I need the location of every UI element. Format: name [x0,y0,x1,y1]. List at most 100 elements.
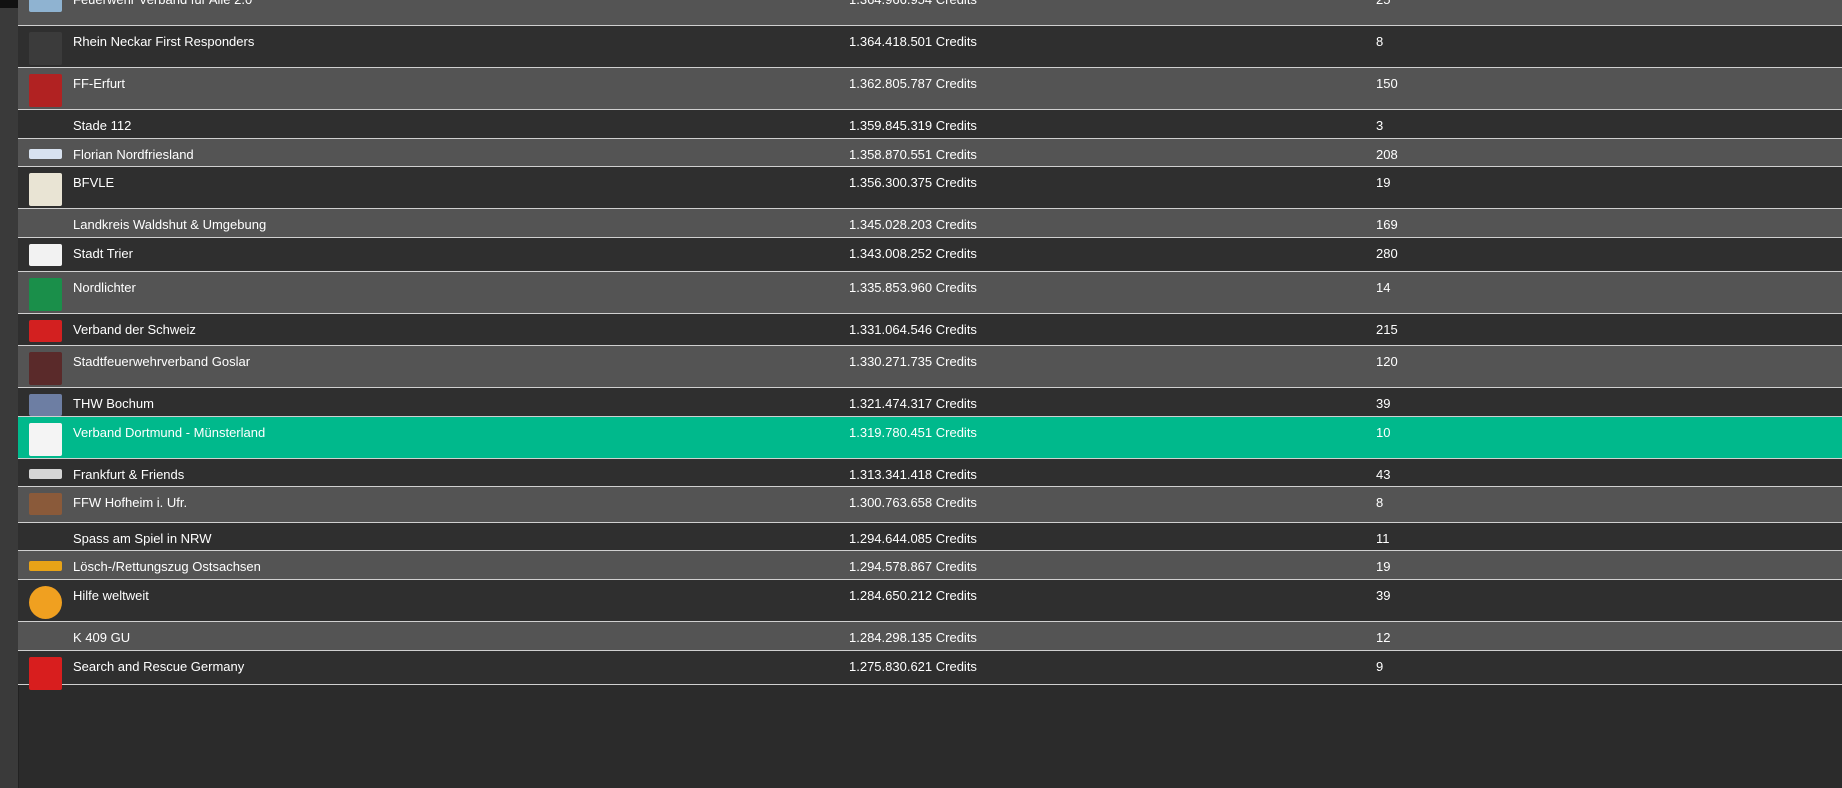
alliance-name[interactable]: Verband Dortmund - Münsterland [73,417,849,440]
table-row[interactable]: Rhein Neckar First Responders 1.364.418.5… [18,26,1842,68]
alliance-name[interactable]: Frankfurt & Friends [73,459,849,482]
logo-cell [18,314,73,342]
alliance-name[interactable]: Florian Nordfriesland [73,139,849,162]
alliance-name[interactable]: Search and Rescue Germany [73,651,849,674]
alliance-name[interactable]: Stadtfeuerwehrverband Goslar [73,346,849,369]
alliance-members: 39 [1376,396,1391,411]
table-row[interactable]: THW Bochum 1.321.474.317 Credits 39 [18,388,1842,417]
table-row[interactable]: FF-Erfurt 1.362.805.787 Credits 150 [18,68,1842,110]
alliance-credits: 1.300.763.658 Credits [849,495,977,510]
alliance-credits: 1.331.064.546 Credits [849,322,977,337]
table-row[interactable]: Spass am Spiel in NRW 1.294.644.085 Credi… [18,523,1842,551]
logo-cell [18,167,73,206]
table-row[interactable]: Landkreis Waldshut & Umgebung 1.345.028.2… [18,209,1842,238]
table-row[interactable]: FFW Hofheim i. Ufr. 1.300.763.658 Credits… [18,487,1842,523]
alliance-name[interactable]: BFVLE [73,167,849,190]
table-row[interactable]: Stadt Trier 1.343.008.252 Credits 280 [18,238,1842,272]
alliance-members: 150 [1376,76,1398,91]
table-row[interactable]: K 409 GU 1.284.298.135 Credits 12 [18,622,1842,651]
alliance-name[interactable]: Hilfe weltweit [73,580,849,603]
alliance-name[interactable]: Landkreis Waldshut & Umgebung [73,209,849,232]
alliance-members: 280 [1376,246,1398,261]
alliance-members: 39 [1376,588,1391,603]
eagle-emblem-logo-icon [29,586,62,619]
table-row[interactable]: Hilfe weltweit 1.284.650.212 Credits 39 [18,580,1842,622]
alliance-credits: 1.358.870.551 Credits [849,147,977,162]
alliance-credits: 1.321.474.317 Credits [849,396,977,411]
alliance-credits: 1.284.650.212 Credits [849,588,977,603]
alliance-credits: 1.335.853.960 Credits [849,280,977,295]
alliance-ranking-view: Feuerwehr Verband für Alle 2.01.364.966.… [0,0,1842,788]
alliance-members: 11 [1376,531,1390,546]
alliance-credits: 1.364.418.501 Credits [849,34,977,49]
alliance-name[interactable]: Verband der Schweiz [73,314,849,337]
alliance-members: 169 [1376,217,1398,232]
logo-cell [18,417,73,456]
alliance-credits: 1.359.845.319 Credits [849,118,977,133]
alliance-members: 43 [1376,467,1391,482]
alliance-credits: 1.362.805.787 Credits [849,76,977,91]
table-row[interactable]: Lösch-/Rettungszug Ostsachsen 1.294.578.8… [18,551,1842,580]
alliance-name[interactable]: K 409 GU [73,622,849,645]
alliance-ranking-table: Feuerwehr Verband für Alle 2.01.364.966.… [18,0,1842,690]
logo-cell [18,238,73,266]
logo-cell [18,346,73,385]
alliance-members: 25 [1376,0,1842,7]
alliance-members: 10 [1376,425,1391,440]
alliance-name[interactable]: FF-Erfurt [73,68,849,91]
table-row[interactable]: Stade 112 1.359.845.319 Credits 3 [18,110,1842,139]
banner-logo-icon [29,149,62,159]
alliance-name[interactable]: FFW Hofheim i. Ufr. [73,487,849,510]
logo-cell [18,139,73,159]
logo-cell [18,209,73,215]
goslar-logo-icon [29,352,62,385]
alliance-members: 8 [1376,34,1384,49]
alliance-name[interactable]: Nordlichter [73,272,849,295]
flame-strip-logo-icon [29,561,62,571]
city-logo-icon [29,244,62,266]
logo-cell [18,110,73,116]
alliance-name[interactable]: THW Bochum [73,388,849,411]
table-row[interactable]: Verband Dortmund - Münsterland 1.319.780.… [18,417,1842,459]
alliance-credits: 1.345.028.203 Credits [849,217,977,232]
table-row[interactable]: BFVLE 1.356.300.375 Credits 19 [18,167,1842,209]
left-gutter [0,8,19,788]
logo-cell [18,272,73,311]
alliance-members: 19 [1376,559,1391,574]
alliance-credits: 1.284.298.135 Credits [849,630,977,645]
vehicle-photo-logo-icon [29,493,62,515]
alliance-members: 8 [1376,495,1384,510]
table-row[interactable]: Frankfurt & Friends 1.313.341.418 Credits… [18,459,1842,487]
alliance-members: 12 [1376,630,1391,645]
alliance-credits: 1.364.966.954 Credits [849,0,1376,7]
table-row[interactable]: Nordlichter 1.335.853.960 Credits 14 [18,272,1842,314]
alliance-members: 3 [1376,118,1384,133]
table-row[interactable]: Search and Rescue Germany 1.275.830.621 C… [18,651,1842,690]
logo-cell [18,68,73,107]
logo-cell [18,459,73,479]
alliance-credits: 1.319.780.451 Credits [849,425,977,440]
alliance-credits: 1.343.008.252 Credits [849,246,977,261]
map-logo-icon [29,0,62,12]
table-row[interactable]: Feuerwehr Verband für Alle 2.01.364.966.… [18,0,1842,26]
stripes-logo-icon [29,657,62,690]
alliance-name[interactable]: Rhein Neckar First Responders [73,26,849,49]
alliance-name[interactable]: Stade 112 [73,110,849,133]
alliance-name[interactable]: Lösch-/Rettungszug Ostsachsen [73,551,849,574]
logo-cell [18,0,73,12]
alliance-members: 19 [1376,175,1391,190]
swiss-flag-logo-icon [29,320,62,342]
logo-cell [18,523,73,529]
table-row[interactable]: Stadtfeuerwehrverband Goslar 1.330.271.73… [18,346,1842,388]
alliance-credits: 1.330.271.735 Credits [849,354,977,369]
logo-cell [18,388,73,416]
skyline-strip-logo-icon [29,469,62,479]
alliance-members: 208 [1376,147,1398,162]
alliance-name[interactable]: Spass am Spiel in NRW [73,523,849,546]
alliance-name[interactable]: Stadt Trier [73,238,849,261]
alliance-members: 120 [1376,354,1398,369]
logo-cell [18,651,73,690]
table-row[interactable]: Florian Nordfriesland 1.358.870.551 Credi… [18,139,1842,167]
alliance-name[interactable]: Feuerwehr Verband für Alle 2.0 [73,0,849,7]
table-row[interactable]: Verband der Schweiz 1.331.064.546 Credits… [18,314,1842,346]
